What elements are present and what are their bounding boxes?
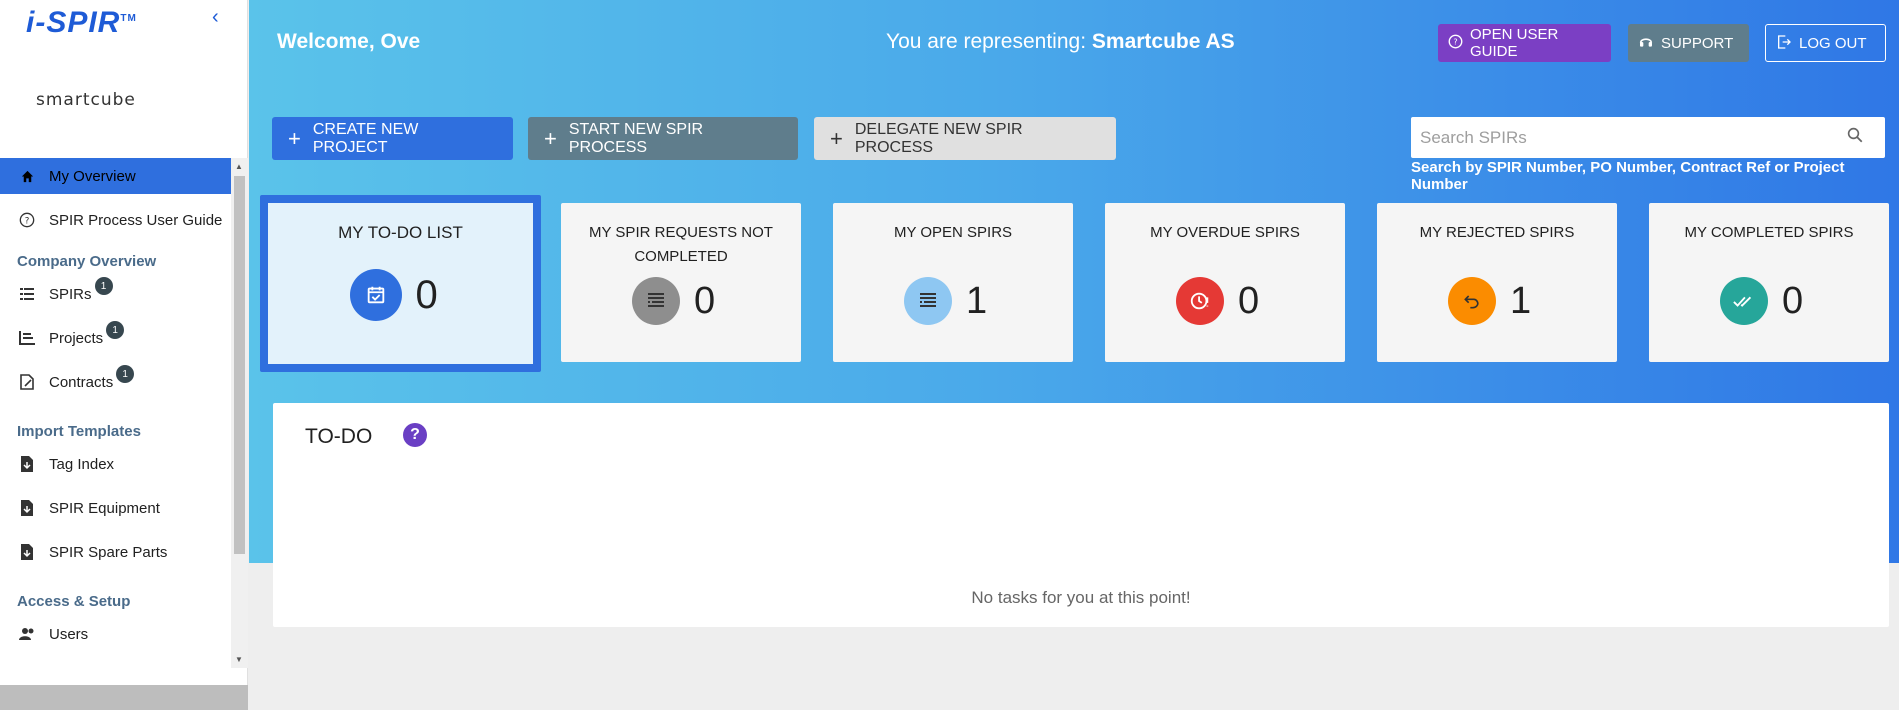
help-circle-icon: ?: [1448, 34, 1463, 52]
card-count: 0: [694, 279, 716, 322]
plus-icon: +: [288, 125, 301, 151]
search-hint: Search by SPIR Number, PO Number, Contra…: [1411, 159, 1845, 193]
help-circle-icon: ?: [18, 211, 36, 229]
users-icon: [18, 625, 36, 643]
company-logo: smartcube: [36, 90, 136, 110]
support-headset-icon: [1638, 34, 1654, 53]
support-button[interactable]: SUPPORT: [1628, 24, 1749, 62]
sidebar-item-label: Tag Index: [49, 455, 115, 473]
card-count: 0: [1238, 279, 1260, 322]
double-check-icon: [1720, 277, 1768, 325]
search-icon[interactable]: [1825, 126, 1885, 149]
card-title: MY TO-DO LIST: [338, 223, 463, 242]
sidebar-nav: My Overview ? SPIR Process User Guide Co…: [0, 158, 231, 668]
sidebar-scrollbar[interactable]: ▲ ▼: [231, 158, 248, 668]
card-title: MY SPIR REQUESTS NOT COMPLETED: [589, 224, 773, 265]
file-download-icon: [18, 455, 36, 473]
app-logo[interactable]: i-SPIRTM: [26, 6, 137, 40]
card-my-overdue-spirs[interactable]: MY OVERDUE SPIRS 0: [1105, 203, 1345, 362]
card-my-open-spirs[interactable]: MY OPEN SPIRS 1: [833, 203, 1073, 362]
scroll-down-icon[interactable]: ▼: [235, 655, 243, 664]
svg-text:?: ?: [25, 216, 30, 226]
create-new-project-button[interactable]: + CREATE NEW PROJECT: [272, 117, 513, 160]
logout-button[interactable]: LOG OUT: [1765, 24, 1886, 62]
todo-panel: TO-DO ? No tasks for you at this point!: [273, 403, 1889, 627]
search-box: [1411, 117, 1885, 158]
calendar-check-icon: [349, 269, 402, 321]
sidebar-item-label: SPIR Process User Guide: [49, 211, 223, 229]
search-input[interactable]: [1411, 117, 1825, 158]
home-icon: [18, 167, 36, 185]
file-download-icon: [18, 499, 36, 517]
count-badge: 1: [94, 277, 113, 295]
sidebar-item-tag-index[interactable]: Tag Index: [0, 446, 231, 482]
sidebar-item-label: SPIRs: [49, 285, 92, 303]
list-icon: [18, 285, 36, 303]
card-title: MY OVERDUE SPIRS: [1150, 224, 1300, 241]
card-title: MY REJECTED SPIRS: [1419, 224, 1575, 241]
undo-icon: [1448, 277, 1496, 325]
projects-icon: [18, 329, 36, 347]
empty-state-message: No tasks for you at this point!: [971, 588, 1191, 607]
scrollbar-thumb[interactable]: [234, 176, 245, 554]
sidebar-item-label: SPIR Spare Parts: [49, 543, 168, 561]
scroll-up-icon[interactable]: ▲: [235, 162, 243, 171]
help-icon[interactable]: ?: [403, 423, 427, 447]
sidebar-item-users[interactable]: Users: [0, 616, 231, 652]
start-new-spir-process-button[interactable]: + START NEW SPIR PROCESS: [528, 117, 798, 160]
logout-icon: [1776, 34, 1792, 53]
sidebar-item-label: Users: [49, 625, 89, 643]
sidebar-item-contracts[interactable]: Contracts 1: [0, 364, 231, 400]
sidebar-footer: [0, 685, 248, 710]
card-my-todo-list[interactable]: MY TO-DO LIST 0: [260, 195, 541, 372]
sidebar-item-label: Projects: [49, 329, 104, 347]
card-title: MY COMPLETED SPIRS: [1684, 224, 1854, 241]
card-my-rejected-spirs[interactable]: MY REJECTED SPIRS 1: [1377, 203, 1617, 362]
svg-text:?: ?: [1453, 37, 1457, 47]
section-company-overview: Company Overview: [17, 253, 157, 270]
card-count: 0: [415, 272, 438, 317]
sidebar-item-spir-spare-parts[interactable]: SPIR Spare Parts: [0, 534, 231, 570]
sidebar: i-SPIRTM ‹ smartcube My Overview ? SPIR …: [0, 0, 248, 710]
sidebar-item-projects[interactable]: Projects 1: [0, 320, 231, 356]
count-badge: 1: [116, 365, 135, 383]
sidebar-item-label: Contracts: [49, 373, 114, 391]
card-spir-requests-not-completed[interactable]: MY SPIR REQUESTS NOT COMPLETED 0: [561, 203, 801, 362]
company-name: Smartcube AS: [1091, 30, 1235, 53]
card-my-completed-spirs[interactable]: MY COMPLETED SPIRS 0: [1649, 203, 1889, 362]
card-count: 1: [966, 279, 988, 322]
card-count: 1: [1510, 279, 1532, 322]
count-badge: 1: [106, 321, 125, 339]
sidebar-item-spirs[interactable]: SPIRs 1: [0, 276, 231, 312]
delegate-new-spir-process-button[interactable]: + DELEGATE NEW SPIR PROCESS: [814, 117, 1116, 160]
open-user-guide-button[interactable]: ? OPEN USER GUIDE: [1438, 24, 1611, 62]
plus-icon: +: [830, 125, 843, 151]
sidebar-item-my-overview[interactable]: My Overview: [0, 158, 231, 194]
sidebar-item-spir-equipment[interactable]: SPIR Equipment: [0, 490, 231, 526]
overdue-clock-icon: [1176, 277, 1224, 325]
section-import-templates: Import Templates: [17, 423, 141, 440]
plus-icon: +: [544, 125, 557, 151]
card-title: MY OPEN SPIRS: [893, 224, 1013, 241]
contract-icon: [18, 373, 36, 391]
document-list-icon: [904, 277, 952, 325]
section-access-setup: Access & Setup: [17, 593, 131, 610]
todo-title: TO-DO: [305, 425, 373, 448]
sidebar-item-label: SPIR Equipment: [49, 499, 160, 517]
representing-text: You are representing: Smartcube AS: [886, 30, 1235, 53]
document-list-icon: [632, 277, 680, 325]
sidebar-item-user-guide[interactable]: ? SPIR Process User Guide: [0, 202, 231, 238]
file-download-icon: [18, 543, 36, 561]
welcome-text: Welcome, Ove: [277, 30, 421, 53]
card-count: 0: [1782, 279, 1804, 322]
collapse-sidebar-icon[interactable]: ‹: [212, 6, 219, 29]
sidebar-item-label: My Overview: [49, 167, 136, 185]
